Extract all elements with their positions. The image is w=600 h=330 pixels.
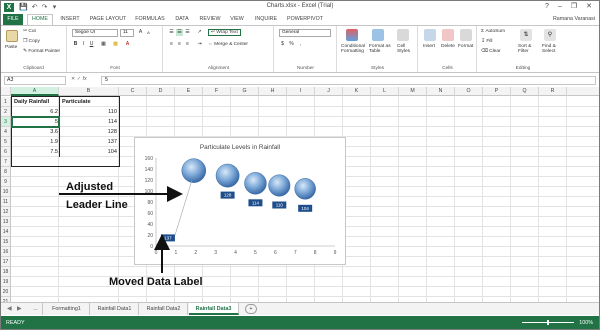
excel-window: X 💾 ↶ ↷ ▾ Charts.xlsx - Excel (Trial) ? … bbox=[0, 0, 600, 330]
zoom-slider-thumb[interactable] bbox=[547, 320, 549, 325]
zoom-level[interactable]: 100% bbox=[579, 316, 593, 329]
status-ready: READY bbox=[6, 320, 25, 326]
sheet-ellipsis[interactable]: ... bbox=[29, 303, 43, 315]
sheet-tab-bar: ◀ ▶ ... Formatting1 Rainfall Data1 Rainf… bbox=[1, 302, 599, 315]
annotation-arrows bbox=[59, 186, 183, 273]
sheet-tab-formatting1[interactable]: Formatting1 bbox=[44, 303, 90, 315]
sheet-tab-rainfall-data2[interactable]: Rainfall Data2 bbox=[140, 303, 188, 315]
add-sheet-button[interactable]: + bbox=[245, 304, 257, 314]
status-bar: READY 100% bbox=[1, 316, 599, 329]
sheet-tab-rainfall-data1[interactable]: Rainfall Data1 bbox=[91, 303, 139, 315]
next-sheet-icon[interactable]: ▶ bbox=[17, 303, 22, 315]
sheet-tab-rainfall-data3[interactable]: Rainfall Data3 bbox=[189, 303, 239, 315]
prev-sheet-icon[interactable]: ◀ bbox=[7, 303, 12, 315]
